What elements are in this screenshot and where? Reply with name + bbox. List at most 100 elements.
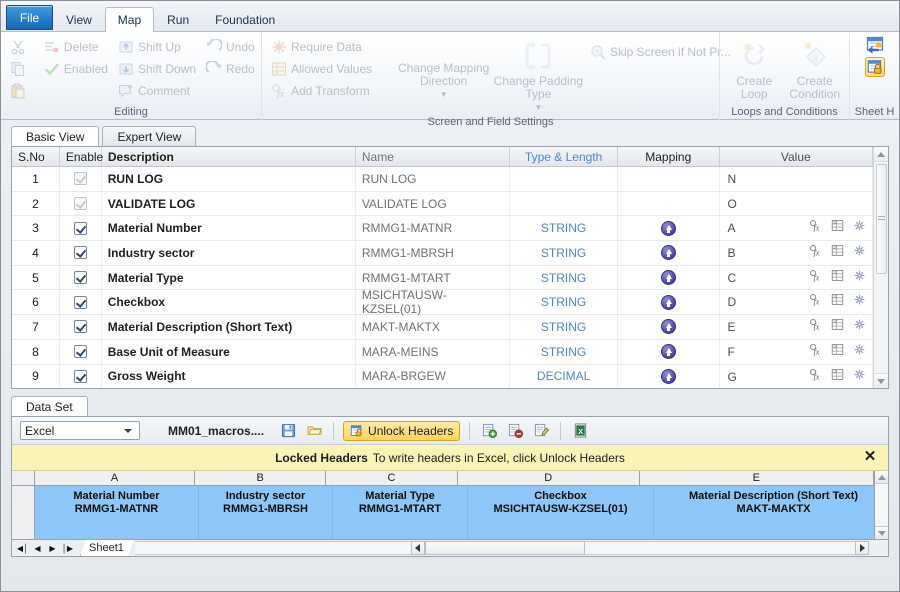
cell-type-length[interactable]: STRING	[510, 339, 618, 364]
comment-button[interactable]: Comment	[113, 80, 201, 102]
cell-mapping[interactable]	[618, 241, 720, 265]
sheet-scroll-up-button[interactable]	[875, 471, 888, 484]
cell-type-length[interactable]: STRING	[510, 216, 618, 241]
allowed-values-icon-cell[interactable]: 12	[831, 244, 844, 257]
remove-record-button[interactable]	[505, 421, 525, 441]
spreadsheet-header-cell[interactable]: Material Description (Short Text) MAKT-MA…	[654, 486, 874, 539]
cell-type-length[interactable]: STRING	[510, 241, 618, 265]
spreadsheet-header-cell[interactable]: Material Number RMMG1-MATNR	[35, 486, 199, 539]
open-dataset-button[interactable]	[304, 421, 324, 441]
cell-enable[interactable]	[60, 167, 102, 191]
column-header-description[interactable]: Description	[102, 147, 356, 166]
spreadsheet-vertical-scrollbar[interactable]	[874, 471, 888, 539]
column-header-d[interactable]: D	[457, 471, 640, 485]
hscroll-left-button[interactable]	[410, 541, 425, 555]
spreadsheet-header-cell[interactable]: Material Type RMMG1-MTART	[333, 486, 468, 539]
sheet-scroll-down-button[interactable]	[875, 526, 888, 539]
cell-mapping[interactable]	[618, 364, 720, 388]
hscroll-right-button[interactable]	[855, 541, 869, 555]
hscroll-track-right[interactable]	[584, 541, 855, 555]
cell-mapping[interactable]	[618, 167, 720, 191]
mapping-direction-icon[interactable]	[660, 368, 676, 384]
tab-basic-view[interactable]: Basic View	[11, 126, 100, 146]
transform-icon[interactable]: fx	[809, 293, 822, 307]
cell-type-length[interactable]: STRING	[510, 315, 618, 339]
change-padding-type-button[interactable]: Change Padding Type ▼	[492, 36, 585, 114]
paste-button[interactable]	[5, 80, 39, 102]
select-all-corner[interactable]	[12, 471, 35, 485]
require-data-icon-cell[interactable]	[853, 293, 866, 306]
chevron-down-icon-source[interactable]	[120, 422, 135, 439]
cell-type-length[interactable]	[510, 191, 618, 216]
transform-icon[interactable]: fx	[809, 269, 822, 282]
cell-mapping[interactable]	[618, 315, 720, 339]
enable-checkbox[interactable]	[73, 295, 87, 309]
allowed-values-icon-cell[interactable]: 12	[831, 343, 844, 356]
tab-file[interactable]: File	[6, 5, 53, 30]
last-sheet-button[interactable]: │▶	[61, 542, 74, 555]
cell-type-length[interactable]: STRING	[510, 265, 618, 290]
require-data-icon-cell[interactable]	[853, 318, 866, 331]
column-header-e[interactable]: E	[639, 471, 874, 485]
table-row[interactable]: 3 Material Number RMMG1-MATNR STRING A fx 12	[12, 216, 873, 242]
enable-checkbox[interactable]	[73, 369, 87, 383]
cell-value[interactable]: O	[720, 191, 873, 216]
require-data-icon-cell[interactable]	[853, 244, 866, 257]
table-row[interactable]: 6 Checkbox MSICHTAUSW-KZSEL(01) STRING D fx …	[12, 288, 873, 316]
require-data-icon-cell[interactable]	[853, 269, 866, 282]
first-sheet-button[interactable]: ◀│	[16, 542, 29, 555]
hscroll-thumb[interactable]	[424, 541, 585, 555]
mapping-direction-icon[interactable]	[660, 294, 676, 310]
cell-mapping[interactable]	[618, 191, 720, 216]
cell-value[interactable]: A fx 12	[720, 216, 873, 241]
delete-button[interactable]: Delete	[39, 36, 113, 58]
cell-value[interactable]: F fx 12	[720, 339, 873, 364]
open-in-excel-button[interactable]: X	[570, 421, 590, 441]
mapping-direction-icon[interactable]	[660, 344, 676, 360]
cell-value[interactable]: G fx 12	[720, 364, 873, 388]
add-record-button[interactable]	[479, 421, 499, 441]
undo-button[interactable]: Undo	[201, 36, 257, 58]
edit-record-button[interactable]	[531, 421, 551, 441]
table-row[interactable]: 9 Gross Weight MARA-BRGEW DECIMAL G fx 12	[12, 364, 873, 388]
tab-expert-view[interactable]: Expert View	[102, 126, 197, 146]
cell-value[interactable]: C fx 12	[720, 265, 873, 290]
mapping-direction-icon[interactable]	[660, 319, 676, 335]
cell-mapping[interactable]	[618, 265, 720, 290]
spreadsheet-header-cell[interactable]: Industry sector RMMG1-MBRSH	[199, 486, 333, 539]
tab-run[interactable]: Run	[154, 8, 202, 31]
mapping-direction-icon[interactable]	[660, 220, 676, 236]
require-data-icon-cell[interactable]	[853, 343, 866, 356]
allowed-values-icon-cell[interactable]: 12	[831, 269, 844, 282]
spreadsheet-header-cell[interactable]: Checkbox MSICHTAUSW-KZSEL(01)	[468, 486, 654, 539]
table-row[interactable]: 1 RUN LOG RUN LOG N	[12, 167, 873, 192]
enable-checkbox[interactable]	[73, 320, 87, 334]
require-data-button[interactable]: Require Data	[266, 36, 396, 58]
copy-button[interactable]	[5, 58, 39, 80]
cell-enable[interactable]	[60, 241, 102, 265]
column-header-enable[interactable]: Enable	[60, 147, 103, 166]
cell-value[interactable]: D fx 12	[720, 290, 873, 315]
spreadsheet-horizontal-scrollbar[interactable]	[134, 541, 869, 556]
scroll-up-button[interactable]	[873, 147, 888, 162]
sheet-tab-sheet1[interactable]: Sheet1	[80, 540, 134, 556]
source-type-select[interactable]: Excel	[20, 421, 140, 440]
skip-screen-button[interactable]: Skip Screen if Not Pr...	[585, 41, 731, 63]
cell-enable[interactable]	[60, 315, 102, 339]
cell-enable[interactable]	[60, 339, 102, 364]
lock-headers-button[interactable]	[864, 57, 885, 77]
close-icon[interactable]: ✕	[862, 449, 878, 465]
hscroll-track-left[interactable]	[134, 541, 411, 555]
allowed-values-button[interactable]: Allowed Values	[266, 58, 396, 80]
transform-icon[interactable]: fx	[809, 219, 822, 233]
cell-value[interactable]: N	[720, 167, 873, 191]
enable-checkbox[interactable]	[73, 345, 87, 359]
tab-data-set[interactable]: Data Set	[11, 396, 88, 416]
transform-icon[interactable]: fx	[809, 244, 822, 257]
shift-down-button[interactable]: Shift Down	[113, 58, 201, 80]
tab-map[interactable]: Map	[104, 7, 155, 32]
next-sheet-button[interactable]: ▶	[46, 542, 59, 555]
change-mapping-direction-button[interactable]: Change Mapping Direction ▼	[396, 36, 492, 114]
sheet-scroll-track[interactable]	[875, 484, 888, 526]
table-row[interactable]: 7 Material Description (Short Text) MAKT-M…	[12, 315, 873, 340]
